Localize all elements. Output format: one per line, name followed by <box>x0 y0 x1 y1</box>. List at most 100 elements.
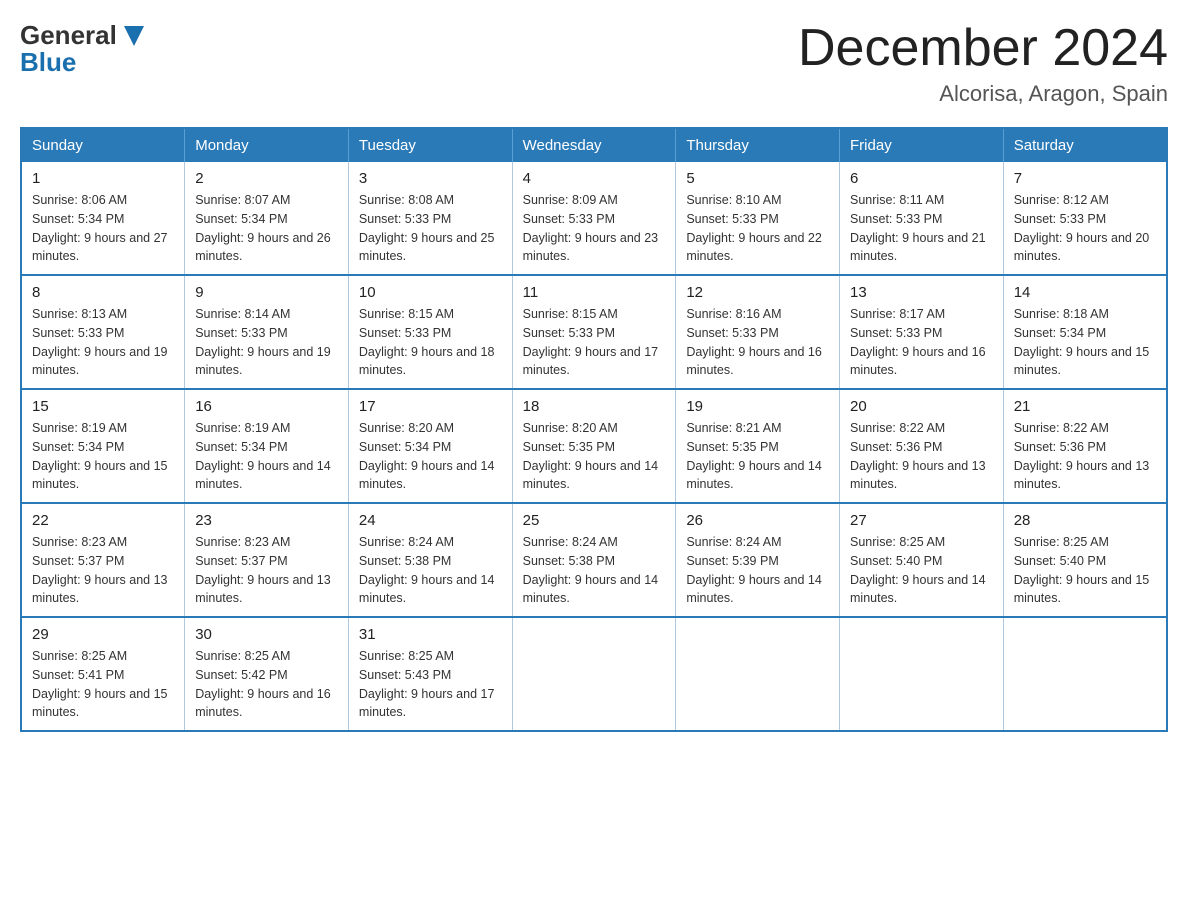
day-number: 6 <box>850 170 993 187</box>
daylight-label: Daylight: 9 hours and 13 minutes. <box>32 573 168 606</box>
day-number: 17 <box>359 398 502 415</box>
day-info: Sunrise: 8:19 AM Sunset: 5:34 PM Dayligh… <box>32 419 174 494</box>
sunrise-label: Sunrise: 8:16 AM <box>686 307 781 321</box>
sunset-label: Sunset: 5:42 PM <box>195 668 287 682</box>
sunrise-label: Sunrise: 8:15 AM <box>359 307 454 321</box>
day-info: Sunrise: 8:09 AM Sunset: 5:33 PM Dayligh… <box>523 191 666 266</box>
logo-triangle-icon <box>120 22 148 50</box>
day-info: Sunrise: 8:22 AM Sunset: 5:36 PM Dayligh… <box>850 419 993 494</box>
day-number: 14 <box>1014 284 1156 301</box>
daylight-label: Daylight: 9 hours and 13 minutes. <box>850 459 986 492</box>
daylight-label: Daylight: 9 hours and 26 minutes. <box>195 231 331 264</box>
column-header-wednesday: Wednesday <box>512 128 676 162</box>
sunset-label: Sunset: 5:43 PM <box>359 668 451 682</box>
daylight-label: Daylight: 9 hours and 15 minutes. <box>32 459 168 492</box>
sunset-label: Sunset: 5:40 PM <box>850 554 942 568</box>
calendar-table: SundayMondayTuesdayWednesdayThursdayFrid… <box>20 127 1168 732</box>
day-info: Sunrise: 8:22 AM Sunset: 5:36 PM Dayligh… <box>1014 419 1156 494</box>
calendar-header-row: SundayMondayTuesdayWednesdayThursdayFrid… <box>21 128 1167 162</box>
day-number: 8 <box>32 284 174 301</box>
day-info: Sunrise: 8:21 AM Sunset: 5:35 PM Dayligh… <box>686 419 829 494</box>
calendar-cell: 20 Sunrise: 8:22 AM Sunset: 5:36 PM Dayl… <box>840 389 1004 503</box>
daylight-label: Daylight: 9 hours and 17 minutes. <box>359 687 495 720</box>
sunrise-label: Sunrise: 8:19 AM <box>32 421 127 435</box>
page-header: General Blue December 2024 Alcorisa, Ara… <box>20 20 1168 107</box>
calendar-cell: 4 Sunrise: 8:09 AM Sunset: 5:33 PM Dayli… <box>512 162 676 275</box>
day-number: 9 <box>195 284 338 301</box>
day-info: Sunrise: 8:15 AM Sunset: 5:33 PM Dayligh… <box>359 305 502 380</box>
calendar-cell: 2 Sunrise: 8:07 AM Sunset: 5:34 PM Dayli… <box>185 162 349 275</box>
day-number: 3 <box>359 170 502 187</box>
logo: General Blue <box>20 20 148 78</box>
day-number: 28 <box>1014 512 1156 529</box>
sunrise-label: Sunrise: 8:25 AM <box>32 649 127 663</box>
calendar-cell: 16 Sunrise: 8:19 AM Sunset: 5:34 PM Dayl… <box>185 389 349 503</box>
calendar-cell: 6 Sunrise: 8:11 AM Sunset: 5:33 PM Dayli… <box>840 162 1004 275</box>
sunset-label: Sunset: 5:33 PM <box>850 212 942 226</box>
daylight-label: Daylight: 9 hours and 20 minutes. <box>1014 231 1150 264</box>
sunset-label: Sunset: 5:33 PM <box>359 212 451 226</box>
day-number: 18 <box>523 398 666 415</box>
day-number: 23 <box>195 512 338 529</box>
day-info: Sunrise: 8:25 AM Sunset: 5:42 PM Dayligh… <box>195 647 338 722</box>
calendar-cell: 28 Sunrise: 8:25 AM Sunset: 5:40 PM Dayl… <box>1003 503 1167 617</box>
day-info: Sunrise: 8:19 AM Sunset: 5:34 PM Dayligh… <box>195 419 338 494</box>
calendar-cell: 22 Sunrise: 8:23 AM Sunset: 5:37 PM Dayl… <box>21 503 185 617</box>
calendar-cell: 24 Sunrise: 8:24 AM Sunset: 5:38 PM Dayl… <box>348 503 512 617</box>
calendar-cell: 31 Sunrise: 8:25 AM Sunset: 5:43 PM Dayl… <box>348 617 512 731</box>
day-info: Sunrise: 8:25 AM Sunset: 5:40 PM Dayligh… <box>850 533 993 608</box>
sunrise-label: Sunrise: 8:13 AM <box>32 307 127 321</box>
calendar-cell: 12 Sunrise: 8:16 AM Sunset: 5:33 PM Dayl… <box>676 275 840 389</box>
calendar-cell: 3 Sunrise: 8:08 AM Sunset: 5:33 PM Dayli… <box>348 162 512 275</box>
day-number: 2 <box>195 170 338 187</box>
sunrise-label: Sunrise: 8:11 AM <box>850 193 944 207</box>
calendar-cell: 11 Sunrise: 8:15 AM Sunset: 5:33 PM Dayl… <box>512 275 676 389</box>
sunset-label: Sunset: 5:33 PM <box>523 326 615 340</box>
sunset-label: Sunset: 5:38 PM <box>359 554 451 568</box>
daylight-label: Daylight: 9 hours and 16 minutes. <box>686 345 822 378</box>
calendar-cell: 7 Sunrise: 8:12 AM Sunset: 5:33 PM Dayli… <box>1003 162 1167 275</box>
daylight-label: Daylight: 9 hours and 13 minutes. <box>195 573 331 606</box>
day-info: Sunrise: 8:11 AM Sunset: 5:33 PM Dayligh… <box>850 191 993 266</box>
day-number: 26 <box>686 512 829 529</box>
day-info: Sunrise: 8:12 AM Sunset: 5:33 PM Dayligh… <box>1014 191 1156 266</box>
daylight-label: Daylight: 9 hours and 15 minutes. <box>32 687 168 720</box>
day-info: Sunrise: 8:23 AM Sunset: 5:37 PM Dayligh… <box>195 533 338 608</box>
daylight-label: Daylight: 9 hours and 14 minutes. <box>686 459 822 492</box>
day-number: 5 <box>686 170 829 187</box>
daylight-label: Daylight: 9 hours and 16 minutes. <box>850 345 986 378</box>
day-info: Sunrise: 8:08 AM Sunset: 5:33 PM Dayligh… <box>359 191 502 266</box>
daylight-label: Daylight: 9 hours and 17 minutes. <box>523 345 659 378</box>
day-info: Sunrise: 8:24 AM Sunset: 5:38 PM Dayligh… <box>359 533 502 608</box>
calendar-cell: 30 Sunrise: 8:25 AM Sunset: 5:42 PM Dayl… <box>185 617 349 731</box>
sunrise-label: Sunrise: 8:14 AM <box>195 307 290 321</box>
day-info: Sunrise: 8:07 AM Sunset: 5:34 PM Dayligh… <box>195 191 338 266</box>
daylight-label: Daylight: 9 hours and 14 minutes. <box>523 573 659 606</box>
daylight-label: Daylight: 9 hours and 13 minutes. <box>1014 459 1150 492</box>
sunrise-label: Sunrise: 8:24 AM <box>359 535 454 549</box>
day-number: 20 <box>850 398 993 415</box>
day-info: Sunrise: 8:23 AM Sunset: 5:37 PM Dayligh… <box>32 533 174 608</box>
day-info: Sunrise: 8:20 AM Sunset: 5:35 PM Dayligh… <box>523 419 666 494</box>
sunset-label: Sunset: 5:34 PM <box>195 212 287 226</box>
sunrise-label: Sunrise: 8:07 AM <box>195 193 290 207</box>
sunset-label: Sunset: 5:37 PM <box>32 554 124 568</box>
day-number: 12 <box>686 284 829 301</box>
column-header-sunday: Sunday <box>21 128 185 162</box>
sunset-label: Sunset: 5:33 PM <box>359 326 451 340</box>
month-title: December 2024 <box>798 20 1168 77</box>
daylight-label: Daylight: 9 hours and 15 minutes. <box>1014 573 1150 606</box>
sunset-label: Sunset: 5:33 PM <box>195 326 287 340</box>
sunset-label: Sunset: 5:34 PM <box>195 440 287 454</box>
column-header-monday: Monday <box>185 128 349 162</box>
daylight-label: Daylight: 9 hours and 14 minutes. <box>359 573 495 606</box>
sunset-label: Sunset: 5:34 PM <box>32 440 124 454</box>
day-info: Sunrise: 8:16 AM Sunset: 5:33 PM Dayligh… <box>686 305 829 380</box>
day-info: Sunrise: 8:10 AM Sunset: 5:33 PM Dayligh… <box>686 191 829 266</box>
calendar-cell: 17 Sunrise: 8:20 AM Sunset: 5:34 PM Dayl… <box>348 389 512 503</box>
day-info: Sunrise: 8:25 AM Sunset: 5:41 PM Dayligh… <box>32 647 174 722</box>
daylight-label: Daylight: 9 hours and 15 minutes. <box>1014 345 1150 378</box>
sunset-label: Sunset: 5:35 PM <box>686 440 778 454</box>
day-number: 22 <box>32 512 174 529</box>
sunrise-label: Sunrise: 8:23 AM <box>32 535 127 549</box>
